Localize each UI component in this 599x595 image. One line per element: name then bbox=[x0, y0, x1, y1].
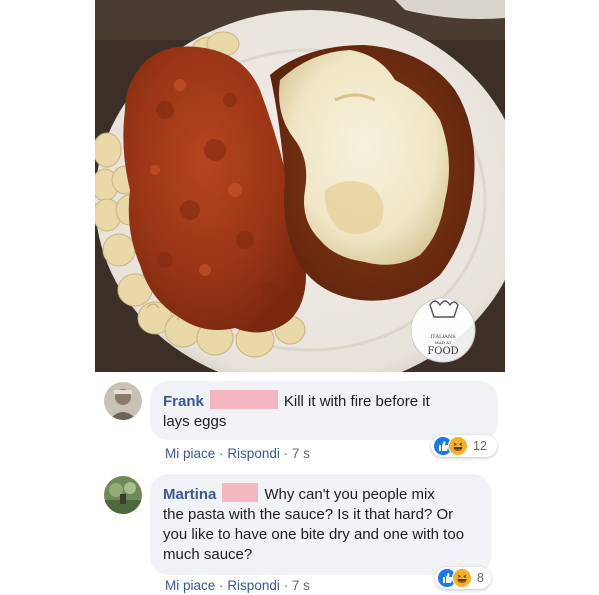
watermark-line3: FOOD bbox=[427, 346, 458, 357]
food-photo: ITALIANS MAD AT FOOD bbox=[95, 0, 505, 372]
comment-bubble: Frank Kill it with fire before it lays eg… bbox=[150, 381, 498, 440]
haha-icon bbox=[452, 568, 472, 588]
comment-text-line1: Why can't you people mix bbox=[264, 486, 435, 503]
haha-icon bbox=[448, 436, 468, 456]
redacted-name bbox=[209, 390, 278, 409]
separator: · bbox=[283, 578, 289, 593]
comment-actions: Mi piace · Rispondi · 7 s bbox=[165, 578, 310, 593]
comment-bubble: Martina Why can't you people mix the past… bbox=[150, 474, 491, 575]
timestamp[interactable]: 7 s bbox=[292, 578, 310, 593]
reply-link[interactable]: Rispondi bbox=[227, 446, 280, 461]
reply-link[interactable]: Rispondi bbox=[227, 578, 280, 593]
separator: · bbox=[219, 446, 224, 461]
comment-text-line1: Kill it with fire before it bbox=[283, 393, 430, 410]
reaction-count: 12 bbox=[473, 439, 487, 453]
like-link[interactable]: Mi piace bbox=[165, 578, 215, 593]
watermark-line2: MAD AT bbox=[435, 340, 452, 345]
reaction-summary[interactable]: 12 bbox=[431, 435, 497, 457]
comment-text-rest: lays eggs bbox=[163, 413, 227, 430]
comment-text-rest: the pasta with the sauce? Is it that har… bbox=[163, 506, 465, 563]
separator: · bbox=[219, 578, 224, 593]
comment-author[interactable]: Martina bbox=[163, 486, 216, 503]
reaction-summary[interactable]: 8 bbox=[435, 567, 491, 589]
avatar[interactable] bbox=[104, 476, 142, 514]
separator: · bbox=[283, 446, 289, 461]
comment-actions: Mi piace · Rispondi · 7 s bbox=[165, 446, 310, 461]
timestamp[interactable]: 7 s bbox=[292, 446, 310, 461]
watermark-logo: ITALIANS MAD AT FOOD bbox=[410, 297, 476, 363]
redacted-name bbox=[222, 483, 259, 502]
avatar[interactable] bbox=[104, 382, 142, 420]
comment-author[interactable]: Frank bbox=[163, 393, 204, 410]
like-link[interactable]: Mi piace bbox=[165, 446, 215, 461]
reaction-count: 8 bbox=[477, 571, 484, 585]
